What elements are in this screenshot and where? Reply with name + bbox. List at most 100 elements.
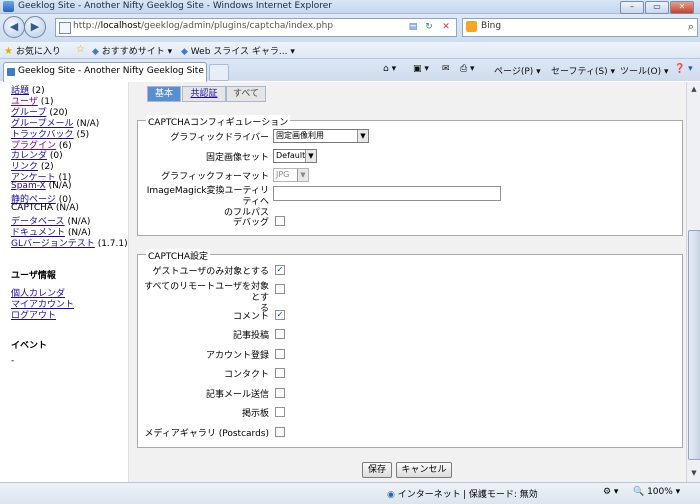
- status-bar: ◉ インターネット | 保護モード: 無効 ⚙ ▾ 🔍 100% ▾: [0, 482, 700, 504]
- page-content: 話題 (2) ユーザ (1) グループ (20) グループメール (N/A) トラックバ…: [0, 82, 686, 482]
- cancel-button[interactable]: キャンセル: [396, 462, 452, 478]
- graphic-format-select[interactable]: JPG ▼: [273, 168, 309, 182]
- sidebar-item-link[interactable]: Spam-X: [11, 181, 46, 191]
- sidebar-item-count: (N/A): [55, 202, 79, 213]
- graphic-format-label: グラフィックフォーマット: [161, 172, 269, 182]
- debug-checkbox[interactable]: [275, 216, 285, 226]
- setting-label: ゲストユーザのみ対象とする: [152, 267, 269, 277]
- setting-checkbox[interactable]: ✓: [275, 265, 285, 275]
- internet-zone-status: ◉ インターネット: [387, 490, 461, 500]
- page-icon: [59, 22, 71, 34]
- setting-label: コンタクト: [223, 370, 269, 380]
- mail-icon[interactable]: ✉: [442, 64, 450, 74]
- tab-all[interactable]: すべて: [226, 86, 266, 102]
- address-bar[interactable]: http://localhost/geeklog/admin/plugins/c…: [55, 18, 457, 37]
- navigation-bar: ◀ ▶ http://localhost/geeklog/admin/plugi…: [0, 14, 700, 42]
- admin-sidebar: 話題 (2) ユーザ (1) グループ (20) グループメール (N/A) トラックバ…: [0, 82, 129, 482]
- scroll-down-icon[interactable]: ▼: [688, 467, 700, 480]
- tab-basic[interactable]: 基本: [147, 86, 181, 102]
- chevron-down-icon: ▼: [305, 150, 316, 162]
- fixed-image-set-label: 固定画像セット: [205, 153, 269, 163]
- chevron-down-icon: ▼: [357, 130, 368, 142]
- favorites-star-icon: ★: [4, 46, 13, 57]
- scroll-thumb[interactable]: [688, 230, 700, 460]
- sidebar-item[interactable]: GLバージョンテスト (1.7.1): [11, 236, 128, 249]
- setting-checkbox[interactable]: [275, 407, 285, 417]
- help-menu[interactable]: ❓ ▾: [674, 64, 693, 74]
- ie-app-icon: [3, 1, 14, 12]
- save-button[interactable]: 保存: [362, 462, 392, 478]
- scroll-up-icon[interactable]: ▲: [688, 83, 700, 96]
- back-button[interactable]: ◀: [3, 16, 25, 38]
- bing-logo-icon: [466, 21, 477, 32]
- setting-checkbox[interactable]: [275, 284, 285, 294]
- tab-bar: Geeklog Site - Another Nifty Geeklog Sit…: [0, 59, 700, 82]
- protected-mode-status: | 保護モード: 無効: [463, 490, 538, 500]
- sidebar-item-count: (5): [76, 129, 90, 140]
- events-placeholder: -: [11, 356, 15, 366]
- sidebar-item-label: CAPTCHA: [11, 202, 54, 213]
- maximize-button[interactable]: ▭: [645, 1, 669, 14]
- graphic-driver-select[interactable]: 固定画像利用 ▼: [273, 129, 369, 143]
- sidebar-item-count: (1.7.1): [97, 238, 128, 249]
- setting-label: 掲示板: [241, 409, 269, 419]
- sidebar-item: CAPTCHA (N/A): [11, 203, 79, 213]
- sidebar-link-logout[interactable]: ログアウト: [11, 311, 56, 321]
- close-window-button[interactable]: ✕: [670, 1, 694, 14]
- forward-button[interactable]: ▶: [24, 16, 46, 38]
- compat-view-icon[interactable]: ▤: [406, 22, 420, 33]
- zoom-control[interactable]: 🔍 100% ▾: [633, 487, 680, 497]
- feeds-icon[interactable]: ▣ ▾: [413, 64, 429, 74]
- sidebar-item[interactable]: Spam-X (N/A): [11, 181, 72, 191]
- tab-title: Geeklog Site - Another Nifty Geeklog Sit…: [18, 66, 204, 76]
- status-settings-icon[interactable]: ⚙ ▾: [603, 487, 618, 497]
- captcha-config-legend: CAPTCHAコンフィギュレーション: [146, 115, 291, 128]
- suggested-sites-link[interactable]: ◆ おすすめサイト ▾: [92, 44, 172, 57]
- vertical-scrollbar[interactable]: ▲ ▼: [686, 82, 700, 482]
- title-bar: Geeklog Site - Another Nifty Geeklog Sit…: [0, 0, 700, 14]
- setting-checkbox[interactable]: [275, 349, 285, 359]
- print-icon[interactable]: ⎙ ▾: [460, 64, 475, 74]
- setting-checkbox[interactable]: [275, 368, 285, 378]
- sidebar-item-link[interactable]: GLバージョンテスト: [11, 239, 95, 249]
- captcha-settings-fieldset: CAPTCHA設定 ゲストユーザのみ対象とする ✓ すべてのリモートユーザを対象とす…: [137, 249, 683, 448]
- setting-checkbox[interactable]: [275, 329, 285, 339]
- setting-label: コメント: [232, 312, 269, 322]
- chevron-down-icon: ▼: [297, 169, 308, 181]
- refresh-icon[interactable]: ↻: [422, 22, 436, 33]
- tab-auth[interactable]: 共認証: [182, 86, 226, 102]
- address-url: http://localhost/geeklog/admin/plugins/c…: [73, 21, 334, 31]
- sidebar-item-count: (N/A): [48, 181, 72, 192]
- imagemagick-path-input[interactable]: [273, 186, 501, 201]
- setting-label: 記事投稿: [232, 331, 269, 341]
- setting-checkbox[interactable]: ✓: [275, 310, 285, 320]
- page-menu[interactable]: ページ(P) ▾: [494, 64, 541, 77]
- web-slice-gallery-link[interactable]: ◆ Web スライス ギャラ... ▾: [181, 44, 295, 57]
- graphic-driver-label: グラフィックドライバー: [170, 133, 269, 143]
- tools-menu[interactable]: ツール(O) ▾: [620, 64, 669, 77]
- minimize-button[interactable]: –: [620, 1, 644, 14]
- user-info-heading: ユーザ情報: [11, 271, 56, 281]
- setting-label: アカウント登録: [205, 351, 269, 361]
- setting-checkbox[interactable]: [275, 427, 285, 437]
- setting-label: メディアギャラリ (Postcards): [144, 429, 270, 439]
- home-icon[interactable]: ⌂ ▾: [383, 64, 396, 74]
- globe-icon: ◉: [387, 490, 395, 500]
- setting-checkbox[interactable]: [275, 388, 285, 398]
- browser-tab[interactable]: Geeklog Site - Another Nifty Geeklog Sit…: [3, 62, 207, 82]
- stop-icon[interactable]: ✕: [439, 22, 453, 33]
- search-icon[interactable]: ⌕: [688, 20, 694, 34]
- favorites-bar: ★ お気に入り ☆ ◆ おすすめサイト ▾ ◆ Web スライス ギャラ... …: [0, 42, 700, 59]
- search-box[interactable]: Bing ⌕: [462, 18, 698, 37]
- captcha-config-fieldset: CAPTCHAコンフィギュレーション グラフィックドライバー 固定画像利用 ▼ 固…: [137, 115, 683, 236]
- add-favorite-icon[interactable]: ☆: [76, 44, 85, 55]
- safety-menu[interactable]: セーフティ(S) ▾: [551, 64, 615, 77]
- setting-label: 記事メール送信: [205, 390, 269, 400]
- new-tab-button[interactable]: [209, 64, 229, 81]
- window-title: Geeklog Site - Another Nifty Geeklog Sit…: [18, 1, 332, 11]
- events-heading: イベント: [11, 341, 48, 351]
- ie-page-icon: ◆: [92, 47, 99, 57]
- favorites-button[interactable]: ★ お気に入り: [4, 44, 61, 57]
- captcha-settings-legend: CAPTCHA設定: [146, 249, 211, 262]
- fixed-image-set-select[interactable]: Default ▼: [273, 149, 317, 163]
